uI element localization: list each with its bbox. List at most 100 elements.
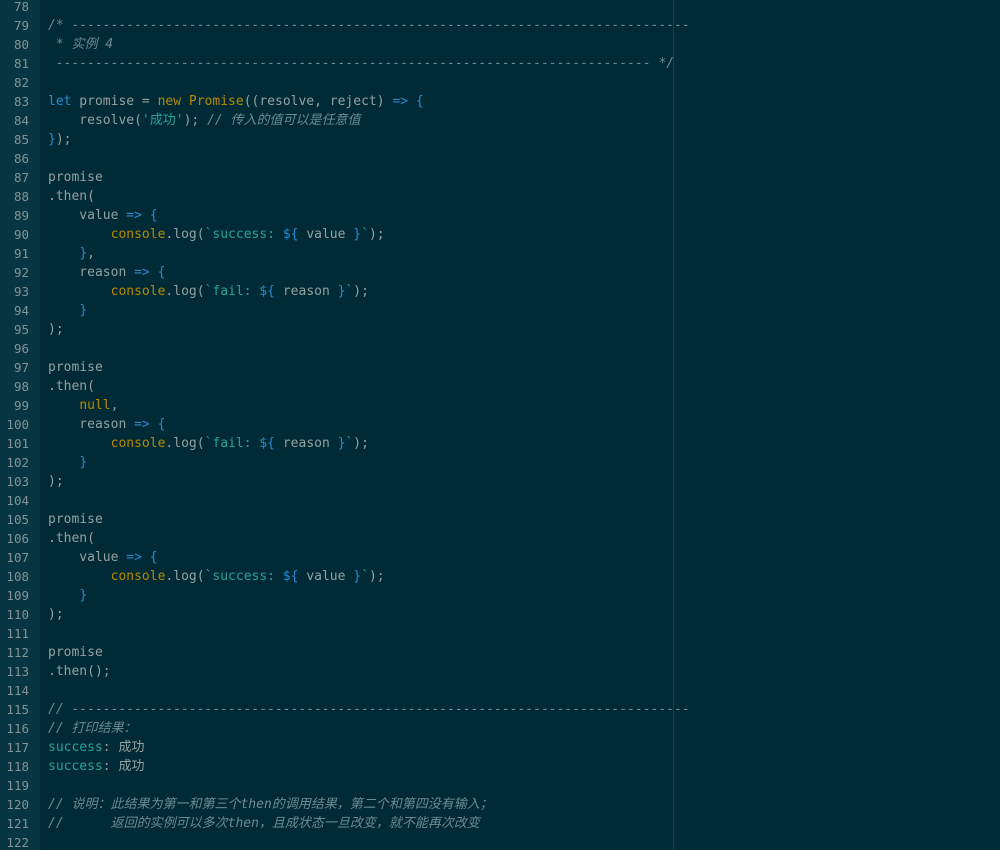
line-code[interactable]: } (48, 586, 87, 605)
line-number: 116 (6, 721, 29, 736)
code-line[interactable]: 101 console.log(`fail: ${ reason }`); (0, 434, 1000, 453)
code-line[interactable]: 84 resolve('成功'); // 传入的值可以是任意值 (0, 111, 1000, 130)
code-line[interactable]: 83 let promise = new Promise((resolve, re… (0, 92, 1000, 111)
code-line[interactable]: 99 null, (0, 396, 1000, 415)
code-line[interactable]: 98 .then( (0, 377, 1000, 396)
line-code[interactable]: promise (48, 358, 103, 377)
line-number: 81 (13, 56, 29, 71)
line-code[interactable]: null, (48, 396, 118, 415)
code-token: { (157, 265, 166, 280)
code-lines[interactable]: 78 79 /* ---------------------------------… (0, 0, 1000, 850)
line-code[interactable]: // 返回的实例可以多次then，且成状态一旦改变，就不能再次改变 (48, 814, 480, 833)
line-code[interactable]: .then( (48, 529, 95, 548)
code-token: .log( (165, 227, 205, 242)
code-line[interactable]: 107 value => { (0, 548, 1000, 567)
line-code[interactable]: ); (48, 605, 64, 624)
line-code[interactable]: * 实例 4 (48, 35, 113, 54)
line-code[interactable]: reason => { (48, 415, 165, 434)
line-code[interactable]: .then( (48, 187, 95, 206)
line-code[interactable]: promise (48, 510, 103, 529)
code-line[interactable]: 95); (0, 320, 1000, 339)
line-code[interactable]: success: 成功 (48, 738, 144, 757)
code-line[interactable]: 121 // 返回的实例可以多次then，且成状态一旦改变，就不能再次改变 (0, 814, 1000, 833)
line-number: 104 (6, 493, 29, 508)
code-line[interactable]: 82 (0, 73, 1000, 92)
code-line[interactable]: 92 reason => { (0, 263, 1000, 282)
code-line[interactable]: 86 (0, 149, 1000, 168)
code-line[interactable]: 79 /* -----------------------------------… (0, 16, 1000, 35)
line-code[interactable]: // 说明：此结果为第一和第三个then的调用结果，第二个和第四没有输入； (48, 795, 493, 814)
code-line[interactable]: 90 console.log(`success: ${ value }`); (0, 225, 1000, 244)
code-line[interactable]: 96 (0, 339, 1000, 358)
line-code[interactable]: success: 成功 (48, 757, 144, 776)
line-code[interactable]: .then( (48, 377, 95, 396)
line-code[interactable]: } (48, 453, 87, 472)
line-code[interactable]: console.log(`fail: ${ reason }`); (48, 282, 369, 301)
code-line[interactable]: 115 // ----------------------------------… (0, 700, 1000, 719)
code-line[interactable]: 122 (0, 833, 1000, 850)
code-token: promise (48, 170, 103, 185)
code-line[interactable]: 87 promise (0, 168, 1000, 187)
code-token: ); (48, 607, 64, 622)
code-token: // 返回的实例可以多次then，且成状态一旦改变，就不能再次改变 (48, 816, 480, 831)
line-code[interactable]: }); (48, 130, 71, 149)
line-code[interactable]: /* -------------------------------------… (48, 16, 690, 35)
code-token: } (79, 455, 88, 470)
code-line[interactable]: 78 (0, 0, 1000, 16)
code-line[interactable]: 112 promise (0, 643, 1000, 662)
code-line[interactable]: 117 success: 成功 (0, 738, 1000, 757)
code-token: .log( (165, 284, 205, 299)
code-token: value (48, 208, 127, 223)
line-code[interactable]: // 打印结果： (48, 719, 136, 738)
line-code[interactable]: resolve('成功'); // 传入的值可以是任意值 (48, 111, 360, 130)
code-line[interactable]: 93 console.log(`fail: ${ reason }`); (0, 282, 1000, 301)
line-code[interactable]: ); (48, 320, 64, 339)
line-code[interactable]: console.log(`fail: ${ reason }`); (48, 434, 369, 453)
code-line[interactable]: 102 } (0, 453, 1000, 472)
code-line[interactable]: 91 }, (0, 244, 1000, 263)
line-number: 87 (13, 170, 29, 185)
line-code[interactable]: value => { (48, 206, 157, 225)
code-line[interactable]: 103); (0, 472, 1000, 491)
code-line[interactable]: 88 .then( (0, 187, 1000, 206)
code-line[interactable]: 118 success: 成功 (0, 757, 1000, 776)
line-code[interactable]: reason => { (48, 263, 165, 282)
code-line[interactable]: 116 // 打印结果： (0, 719, 1000, 738)
code-line[interactable]: 85}); (0, 130, 1000, 149)
code-line[interactable]: 106 .then( (0, 529, 1000, 548)
code-token: } (79, 588, 88, 603)
code-line[interactable]: 108 console.log(`success: ${ value }`); (0, 567, 1000, 586)
line-code[interactable]: let promise = new Promise((resolve, reje… (48, 92, 424, 111)
line-code[interactable]: value => { (48, 548, 157, 567)
code-line[interactable]: 119 (0, 776, 1000, 795)
code-line[interactable]: 94 } (0, 301, 1000, 320)
line-code[interactable]: ); (48, 472, 64, 491)
line-code[interactable]: ----------------------------------------… (48, 54, 674, 73)
code-line[interactable]: 109 } (0, 586, 1000, 605)
line-code[interactable]: } (48, 301, 87, 320)
code-line[interactable]: 97 promise (0, 358, 1000, 377)
code-editor[interactable]: 78 79 /* ---------------------------------… (0, 0, 1000, 850)
code-token: : 成功 (102, 759, 145, 774)
code-line[interactable]: 111 (0, 624, 1000, 643)
line-code[interactable]: .then(); (48, 662, 111, 681)
code-line[interactable]: 113 .then(); (0, 662, 1000, 681)
line-code[interactable]: console.log(`success: ${ value }`); (48, 567, 385, 586)
code-line[interactable]: 104 (0, 491, 1000, 510)
line-code[interactable]: console.log(`success: ${ value }`); (48, 225, 385, 244)
code-line[interactable]: 89 value => { (0, 206, 1000, 225)
line-code[interactable]: // -------------------------------------… (48, 700, 690, 719)
line-code[interactable]: }, (48, 244, 95, 263)
code-line[interactable]: 81 -------------------------------------… (0, 54, 1000, 73)
code-token: } (79, 303, 88, 318)
line-code[interactable]: promise (48, 643, 103, 662)
code-line[interactable]: 100 reason => { (0, 415, 1000, 434)
code-line[interactable]: 80 * 实例 4 (0, 35, 1000, 54)
line-code[interactable]: promise (48, 168, 103, 187)
code-line[interactable]: 114 (0, 681, 1000, 700)
code-line[interactable]: 120 // 说明：此结果为第一和第三个then的调用结果，第二个和第四没有输入； (0, 795, 1000, 814)
code-line[interactable]: 110); (0, 605, 1000, 624)
code-line[interactable]: 105 promise (0, 510, 1000, 529)
